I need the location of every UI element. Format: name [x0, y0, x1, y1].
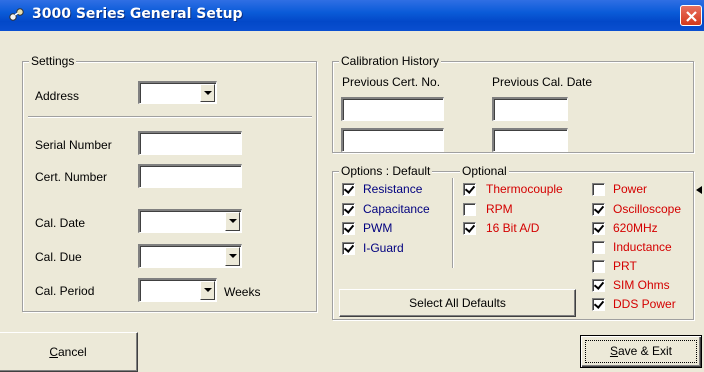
address-combo[interactable]: [138, 81, 217, 104]
pwm-checkbox[interactable]: [342, 222, 355, 235]
save-exit-button[interactable]: Save & Exit: [580, 335, 702, 368]
dds-power-label: DDS Power: [613, 297, 676, 311]
cancel-label: Cancel: [49, 345, 87, 359]
prt-checkbox[interactable]: [592, 260, 605, 273]
inductance-checkbox[interactable]: [592, 241, 605, 254]
calibration-history-label: Calibration History: [339, 54, 442, 68]
oscilloscope-label: Oscilloscope: [613, 202, 682, 216]
select-all-defaults-label: Select All Defaults: [409, 296, 506, 310]
previous-cert-label: Previous Cert. No.: [342, 75, 441, 89]
weeks-label: Weeks: [224, 285, 261, 299]
i-guard-checkbox[interactable]: [342, 242, 355, 255]
620mhz-checkbox[interactable]: [592, 222, 605, 235]
oscilloscope-checkbox[interactable]: [592, 203, 605, 216]
pwm-label: PWM: [363, 221, 393, 235]
thermocouple-label: Thermocouple: [486, 182, 563, 196]
capacitance-label: Capacitance: [363, 202, 430, 216]
cancel-button[interactable]: Cancel: [0, 332, 138, 372]
options-optional-label: Optional: [460, 164, 509, 178]
close-icon: [686, 11, 697, 22]
620mhz-label: 620MHz: [613, 221, 658, 235]
address-label: Address: [35, 89, 80, 103]
title-bar[interactable]: 3000 Series General Setup: [0, 0, 704, 31]
cal-due-label: Cal. Due: [35, 250, 82, 264]
cal-date-label: Cal. Date: [35, 216, 86, 230]
cal-period-label: Cal. Period: [35, 284, 95, 298]
sim-ohms-label: SIM Ohms: [613, 278, 670, 292]
chevron-down-icon[interactable]: [200, 281, 215, 300]
capacitance-checkbox[interactable]: [342, 203, 355, 216]
chevron-down-icon[interactable]: [200, 84, 215, 102]
app-icon: [8, 7, 26, 23]
close-button[interactable]: [680, 5, 702, 26]
sim-ohms-checkbox[interactable]: [592, 279, 605, 292]
resistance-checkbox[interactable]: [342, 183, 355, 196]
previous-cal-date-label: Previous Cal. Date: [492, 75, 593, 89]
options-divider: [452, 178, 454, 268]
power-label: Power: [613, 182, 648, 196]
settings-group-label: Settings: [29, 54, 77, 68]
focus-ring: [585, 340, 697, 363]
window-title: 3000 Series General Setup: [32, 6, 243, 22]
power-checkbox[interactable]: [592, 183, 605, 196]
previous-cal-date-field-1[interactable]: [492, 97, 568, 121]
rpm-label: RPM: [486, 202, 513, 216]
resistance-label: Resistance: [363, 182, 423, 196]
chevron-down-icon[interactable]: [225, 247, 240, 266]
16-bit-ad-label: 16 Bit A/D: [486, 221, 540, 235]
dds-power-checkbox[interactable]: [592, 298, 605, 311]
chevron-down-icon[interactable]: [225, 212, 240, 231]
cal-period-combo[interactable]: [138, 278, 217, 302]
select-all-defaults-button[interactable]: Select All Defaults: [339, 289, 576, 317]
rpm-checkbox[interactable]: [463, 203, 476, 216]
inductance-label: Inductance: [613, 240, 672, 254]
previous-cert-field-2[interactable]: [341, 128, 444, 152]
cert-number-field[interactable]: [138, 164, 242, 188]
pointer-arrow-icon: [696, 186, 702, 194]
prt-label: PRT: [613, 259, 637, 273]
thermocouple-checkbox[interactable]: [463, 183, 476, 196]
settings-divider: [28, 116, 312, 118]
16-bit-ad-checkbox[interactable]: [463, 222, 476, 235]
i-guard-label: I-Guard: [363, 241, 404, 255]
options-default-label: Options : Default: [339, 164, 433, 178]
previous-cal-date-field-2[interactable]: [492, 128, 568, 152]
cal-date-combo[interactable]: [138, 209, 242, 233]
serial-number-field[interactable]: [138, 131, 242, 155]
cert-number-label: Cert. Number: [35, 170, 108, 184]
cal-due-combo[interactable]: [138, 244, 242, 268]
serial-number-label: Serial Number: [35, 138, 112, 152]
previous-cert-field-1[interactable]: [341, 97, 444, 121]
